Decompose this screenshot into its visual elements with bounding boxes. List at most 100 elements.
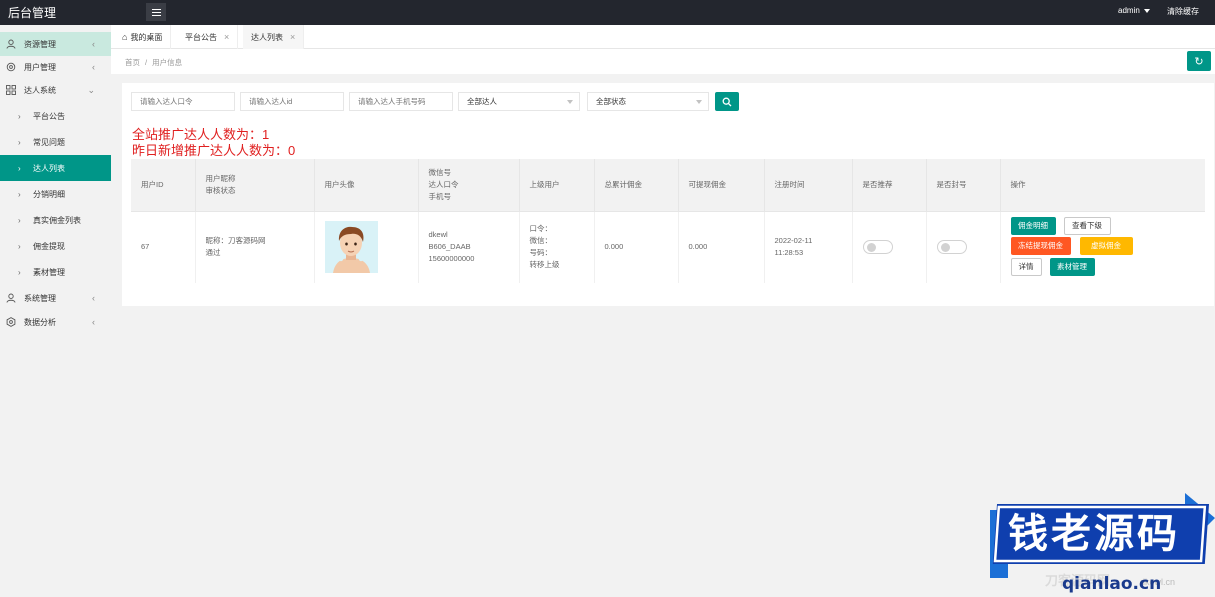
chevron-down-icon: ⌄ [87, 84, 95, 95]
sidebar-group-label: 用户管理 [24, 62, 56, 72]
chevron-right-icon: › [18, 267, 21, 277]
chevron-left-icon: ‹ [92, 62, 95, 72]
user-menu[interactable]: admin [1118, 6, 1150, 15]
header-line: 微信号 [428, 167, 452, 177]
sidebar-group-system[interactable]: 系统管理 ‹ [0, 286, 111, 310]
clear-cache-link[interactable]: 清除缓存 [1167, 6, 1199, 17]
cell-banned [926, 211, 1001, 283]
tab-desktop[interactable]: ⌂ 我的桌面 [114, 25, 172, 49]
talent-phone-input[interactable]: 请输入达人手机号码 [349, 92, 453, 111]
search-button[interactable] [715, 92, 739, 111]
cell-reg-time: 2022-02-11 11:28:53 [764, 211, 853, 283]
sidebar-item-withdraw[interactable]: › 佣金提现 [0, 233, 111, 259]
new-talent-stat: 昨日新增推广达人人数为：0 [132, 143, 296, 158]
breadcrumb-home[interactable]: 首页 [125, 58, 140, 67]
cell-wechat: dkewl B606_DAAB 15600000000 [418, 211, 520, 283]
tab-announcement[interactable]: 平台公告 × [177, 25, 239, 49]
cell-user-id: 67 [131, 211, 196, 283]
home-icon: ⌂ [122, 32, 128, 42]
cell-ops: 佣金明细 查看下级 冻结提现佣金 虚拟佣金 详情 素材管理 [1000, 211, 1205, 283]
sidebar-item-label: 达人列表 [33, 163, 65, 173]
sidebar-group-label: 数据分析 [24, 317, 56, 327]
sidebar-item-material[interactable]: › 素材管理 [0, 259, 111, 285]
cell-avatar [314, 211, 419, 283]
select-value: 全部状态 [596, 97, 626, 106]
col-nickname: 用户昵称 审核状态 [195, 159, 315, 212]
commission-detail-button[interactable]: 佣金明细 [1010, 217, 1056, 236]
sidebar: 资源管理 ‹ 用户管理 ‹ 达人系统 ⌄ › 平台公告 › 常见问题 › 达人列… [0, 25, 111, 597]
sidebar-item-talent-list[interactable]: › 达人列表 [0, 155, 111, 181]
user-icon [6, 293, 16, 303]
talent-table: 用户ID 用户昵称 审核状态 用户头像 微信号 达人口令 手机号 上级用户 总累计佣金… [131, 159, 1205, 283]
watermark-logo: dkewl.cn 刀客源码网 钱老源码 qianlao.cn [990, 490, 1215, 597]
status-select[interactable]: 全部状态 [587, 92, 709, 111]
sidebar-group-users[interactable]: 用户管理 ‹ [0, 55, 111, 79]
sidebar-item-label: 平台公告 [33, 111, 65, 121]
col-banned: 是否封号 [926, 159, 1001, 212]
watermark-title: 钱老源码 [1008, 511, 1180, 557]
material-button[interactable]: 素材管理 [1049, 258, 1095, 277]
header-line: 手机号 [428, 191, 452, 201]
close-icon[interactable]: × [290, 32, 295, 42]
gear-icon [6, 317, 16, 327]
chevron-right-icon: › [18, 111, 21, 121]
close-icon[interactable]: × [224, 32, 229, 42]
wechat-text: dkewl [428, 230, 448, 240]
sidebar-item-faq[interactable]: › 常见问题 [0, 129, 111, 155]
dropdown-arrow-icon [696, 100, 702, 104]
table-header-row: 用户ID 用户昵称 审核状态 用户头像 微信号 达人口令 手机号 上级用户 总累计佣金… [131, 159, 1205, 212]
main-panel: 请输入达人口令 请输入达人id 请输入达人手机号码 全部达人 全部状态 全站推广… [122, 83, 1214, 306]
sidebar-item-label: 分销明细 [33, 189, 65, 199]
sidebar-group-resources[interactable]: 资源管理 ‹ [0, 32, 111, 56]
toggle-knob [866, 243, 876, 253]
ban-toggle[interactable] [936, 240, 967, 255]
view-sub-button[interactable]: 查看下级 [1063, 217, 1111, 236]
cell-recommend [852, 211, 927, 283]
audit-status-text: 通过 [205, 248, 221, 258]
breadcrumb-separator: / [145, 58, 148, 67]
user-icon [6, 39, 16, 49]
chevron-right-icon: › [18, 137, 21, 147]
parent-phone-text: 号码： [529, 248, 553, 258]
tab-label: 我的桌面 [130, 32, 163, 42]
refresh-button[interactable]: ↻ [1187, 51, 1211, 71]
sidebar-item-real-commission[interactable]: › 真实佣金列表 [0, 207, 111, 233]
breadcrumb-current: 用户信息 [152, 58, 183, 67]
header-line: 审核状态 [205, 185, 236, 195]
talent-code-text: B606_DAAB [428, 242, 471, 252]
col-ops: 操作 [1000, 159, 1205, 212]
fake-commission-button[interactable]: 虚拟佣金 [1079, 237, 1133, 256]
parent-wechat-text: 微信： [529, 236, 553, 246]
cell-withdrawable: 0.000 [678, 211, 765, 283]
app-title: 后台管理 [8, 6, 57, 20]
talent-code-input[interactable]: 请输入达人口令 [131, 92, 235, 111]
freeze-commission-button[interactable]: 冻结提现佣金 [1010, 237, 1071, 256]
col-parent: 上级用户 [519, 159, 595, 212]
sidebar-group-analytics[interactable]: 数据分析 ‹ [0, 310, 111, 334]
gear-icon [6, 62, 16, 72]
user-name: admin [1118, 6, 1140, 15]
detail-button[interactable]: 详情 [1010, 258, 1042, 277]
refresh-icon: ↻ [1194, 55, 1204, 68]
col-recommend: 是否推荐 [852, 159, 927, 212]
recommend-toggle[interactable] [862, 240, 893, 255]
chevron-right-icon: › [18, 189, 21, 199]
talent-id-input[interactable]: 请输入达人id [240, 92, 344, 111]
ops-group: 佣金明细 查看下级 冻结提现佣金 虚拟佣金 详情 素材管理 [1010, 217, 1206, 277]
cell-nickname: 昵称：刀客源码网 通过 [195, 211, 315, 283]
sidebar-item-distribution[interactable]: › 分销明细 [0, 181, 111, 207]
reg-date-text: 2022-02-11 [774, 236, 813, 246]
sidebar-group-talent[interactable]: 达人系统 ⌄ [0, 78, 111, 102]
cell-total-commission: 0.000 [594, 211, 679, 283]
avatar [324, 221, 378, 274]
tab-talent-list[interactable]: 达人列表 × [243, 25, 305, 49]
talent-type-select[interactable]: 全部达人 [458, 92, 580, 111]
chevron-left-icon: ‹ [92, 39, 95, 49]
toggle-knob [940, 243, 950, 253]
dropdown-arrow-icon [567, 100, 573, 104]
tab-bar: ⌂ 我的桌面 平台公告 × 达人列表 × [111, 25, 1215, 49]
move-parent-link[interactable]: 转移上级 [530, 259, 594, 271]
breadcrumb: 首页 / 用户信息 [125, 57, 182, 68]
menu-toggle-button[interactable] [146, 3, 166, 21]
sidebar-item-announcement[interactable]: › 平台公告 [0, 103, 111, 129]
